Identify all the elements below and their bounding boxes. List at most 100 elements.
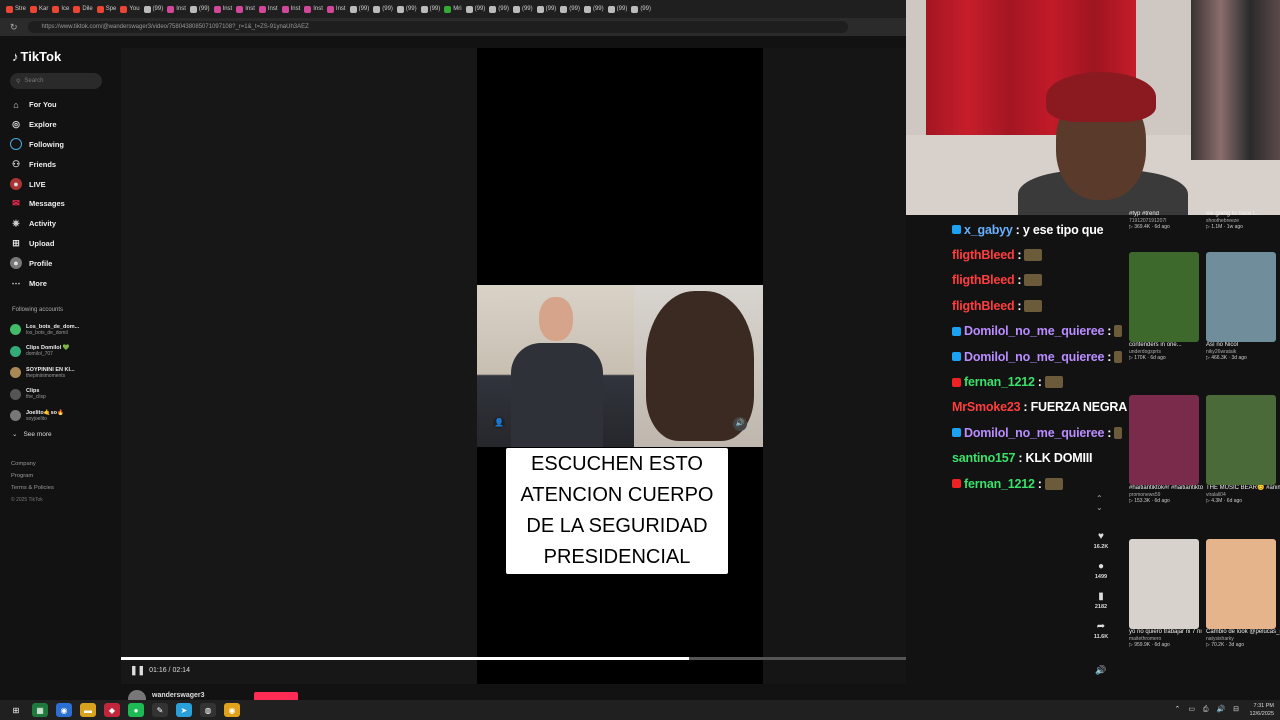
browser-tab[interactable]: Inst (302, 2, 325, 16)
author-name[interactable]: wanderswager3 (152, 692, 205, 699)
refresh-icon[interactable]: ↻ (10, 22, 18, 33)
system-tray-icons[interactable]: ⌃ ▭ ⎙ 🔊 ⊟ (1175, 705, 1242, 714)
folder-icon[interactable]: ▬ (80, 703, 96, 717)
browser-tab[interactable]: Inst (212, 2, 235, 16)
chat-message: Domilol_no_me_quieree: (952, 344, 1122, 369)
video-frame[interactable]: 👤 🔊 (477, 285, 763, 447)
suggested-video[interactable]: we going to have t... shoothebreeze ▷ 1.1M… (1206, 211, 1276, 230)
windows-icon[interactable]: ⊞ (8, 703, 24, 717)
browser-tab[interactable]: Spe (95, 2, 119, 16)
nav-item-explore[interactable]: ◎ Explore (10, 115, 115, 135)
author-row[interactable]: wanderswager3 (128, 690, 205, 700)
profile-icon: ● (10, 257, 22, 270)
browser-tab[interactable]: (99) (419, 2, 443, 16)
browser-tab[interactable]: Kar (28, 2, 50, 16)
browser-tab[interactable]: (99) (511, 2, 535, 16)
nav-item-more[interactable]: ⋯ More (10, 273, 115, 293)
chat-message: Domilol_no_me_quieree: (952, 319, 1122, 344)
following-account[interactable]: SOYPININI EN KI... thepininimoments (10, 362, 118, 384)
search-input[interactable]: ⚲ Search (10, 73, 102, 89)
suggested-video[interactable]: THE MUSIC BEAR😊 #animals #funny...virala… (1206, 395, 1280, 504)
following-account[interactable]: Clips the_clisp (10, 384, 118, 406)
follow-button[interactable] (254, 692, 298, 700)
browser-tab[interactable]: Ice (50, 2, 71, 16)
browser-tab[interactable]: You (118, 2, 141, 16)
browser-tab[interactable]: Dile (71, 2, 94, 16)
chrome-alt-icon[interactable]: ◉ (224, 703, 240, 717)
pause-icon[interactable]: ❚❚ (130, 665, 145, 676)
browser-tab[interactable]: (99) (395, 2, 419, 16)
nav-item-upload[interactable]: ⊞ Upload (10, 234, 115, 254)
heart-button[interactable]: ♥ 16.2K (1094, 530, 1109, 560)
caption-line-3: DE LA SEGURIDAD (526, 515, 708, 537)
telegram-icon[interactable]: ➤ (176, 703, 192, 717)
browser-tab[interactable]: (99) (535, 2, 559, 16)
author-avatar[interactable] (128, 690, 146, 700)
nav-item-activity[interactable]: ⎈ Activity (10, 214, 115, 234)
see-more-button[interactable]: ⌄ See more (12, 430, 52, 439)
browser-tab[interactable]: (99) (348, 2, 372, 16)
comment-button[interactable]: ● 1499 (1095, 560, 1107, 590)
following-account[interactable]: Los_bots_de_dom... los_bots_de_domil (10, 319, 118, 341)
pen-icon[interactable]: ✎ (152, 703, 168, 717)
nav-item-friends[interactable]: ⚇ Friends (10, 154, 115, 174)
browser-tab[interactable]: Inst (325, 2, 348, 16)
browser-tab[interactable]: Mri (442, 2, 463, 16)
tab-favicon-icon (489, 5, 497, 13)
clock[interactable]: 7:31 PM 12/6/2025 (1250, 702, 1274, 718)
spotify-icon[interactable]: ● (128, 703, 144, 717)
tab-label: Inst (176, 6, 186, 12)
volume-icon[interactable]: 🔊 (1095, 665, 1106, 676)
suggested-video[interactable]: Así no Nicol niky26wrataik ▷ 466.3K · 3d a… (1206, 252, 1276, 361)
suggested-video[interactable]: #haitiantiktok#r #haitiantiktok #fyp...p… (1129, 395, 1203, 504)
url-field[interactable]: https://www.tiktok.com/@wanderswager3/vi… (27, 21, 848, 33)
browser-tab[interactable]: Inst (165, 2, 188, 16)
browser-tab[interactable]: (99) (142, 2, 166, 16)
suggested-video[interactable]: contenders in one... underdogsprts ▷ 170K … (1129, 252, 1199, 361)
app-red-icon[interactable]: ◆ (104, 703, 120, 717)
footer-company[interactable]: Company (11, 458, 54, 470)
account-handle: soyjoelito (26, 415, 47, 422)
tab-favicon-icon (96, 5, 104, 13)
nav-item-following[interactable]: Following (10, 135, 115, 155)
sound-icon[interactable]: 🔊 (733, 417, 747, 431)
suggested-video[interactable]: Cambio de look @pelucas_ive natysisharky ▷… (1206, 539, 1280, 648)
following-account[interactable]: Clips Domilol 💚 domilol_707 (10, 341, 118, 363)
obs-icon[interactable]: ◍ (200, 703, 216, 717)
browser-tab[interactable]: Inst (257, 2, 280, 16)
logo-text: TikTok (20, 49, 62, 64)
following-account[interactable]: Joelito🤙so🔥 soyjoelito (10, 405, 118, 427)
scroll-arrows[interactable]: ⌃ ⌄ (1096, 494, 1103, 512)
footer-terms[interactable]: Terms & Policies (11, 482, 54, 494)
suggested-video[interactable]: yo no quiero trabajar ni 7 ni 8 ni 24 ni… (1129, 539, 1203, 648)
share-button[interactable]: ➦ 11.6K (1094, 620, 1108, 650)
browser-tab[interactable]: (99) (558, 2, 582, 16)
browser-tab[interactable]: Inst (280, 2, 303, 16)
nav-item-messages[interactable]: ✉ Messages (10, 194, 115, 214)
browser-tab[interactable]: (99) (606, 2, 630, 16)
nav-item-for-you[interactable]: ⌂ For You (10, 95, 115, 115)
browser-tab[interactable]: (99) (188, 2, 212, 16)
browser-tab[interactable]: Stre (4, 2, 28, 16)
browser-tab[interactable]: (99) (629, 2, 653, 16)
suggested-video[interactable]: #fyp #trend 7191207191207I ▷ 369.4K · 6d a… (1129, 211, 1199, 230)
user-icon[interactable]: 👤 (493, 417, 505, 429)
browser-tab[interactable]: Inst (234, 2, 257, 16)
nav-item-profile[interactable]: ● Profile (10, 253, 115, 273)
footer-program[interactable]: Program (11, 470, 54, 482)
browser-tab[interactable]: (99) (371, 2, 395, 16)
chat-message: fernan_1212: (952, 369, 1122, 394)
tiktok-logo[interactable]: ♪ TikTok (12, 49, 61, 64)
more-icon: ⋯ (11, 277, 21, 288)
browser-tab[interactable]: (99) (464, 2, 488, 16)
progress-bar[interactable] (121, 657, 906, 660)
chrome-icon[interactable]: ◉ (56, 703, 72, 717)
tab-label: (99) (474, 6, 486, 12)
bookmark-button[interactable]: ▮ 2182 (1095, 590, 1107, 620)
browser-tab[interactable]: (99) (582, 2, 606, 16)
browser-tab[interactable]: (99) (487, 2, 511, 16)
spreadsheet-icon[interactable]: ▦ (32, 703, 48, 717)
nav-item-live[interactable]: ● LIVE (10, 174, 115, 194)
tab-label: Kar (39, 6, 49, 12)
chevron-down-icon[interactable]: ⌄ (1096, 503, 1103, 512)
